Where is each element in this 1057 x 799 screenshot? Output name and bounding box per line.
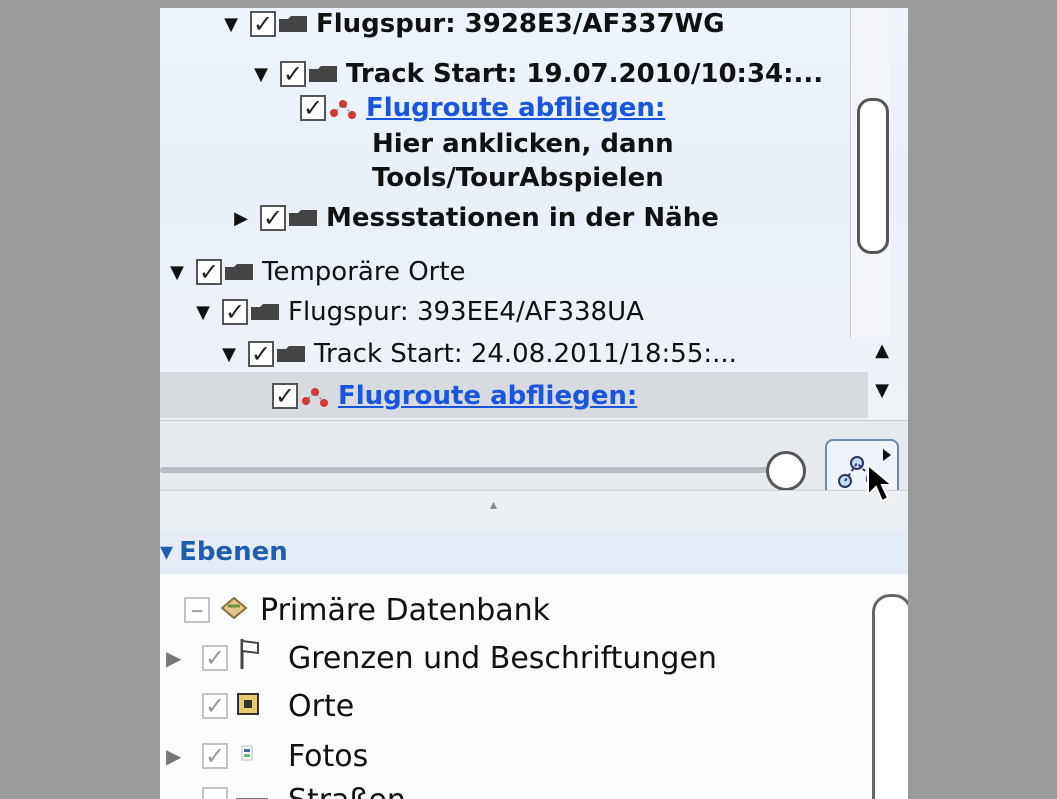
layers-scrollbar[interactable] — [872, 594, 908, 799]
panel-splitter[interactable]: ▴ — [160, 490, 908, 532]
flag-icon — [236, 637, 270, 679]
tree-item-label: Messstationen in der Nähe — [326, 203, 719, 233]
folder-icon — [308, 65, 338, 83]
tree-item-flugspur-1[interactable]: ▼ ✓ Flugspur: 3928E3/AF337WG — [220, 8, 725, 44]
layer-item-orte[interactable]: ✓ Orte — [202, 684, 354, 728]
place-icon — [236, 689, 270, 724]
checkbox[interactable]: ✓ — [196, 259, 222, 285]
scroll-down-arrow-icon[interactable]: ▼ — [868, 380, 896, 406]
layer-item-strassen[interactable]: Straßen — [202, 778, 406, 799]
layer-item-primary-db[interactable]: – Primäre Datenbank — [184, 588, 550, 632]
splitter-grip-icon: ▴ — [490, 497, 498, 513]
folder-icon — [288, 209, 318, 227]
road-icon — [236, 783, 270, 799]
collapse-triangle-icon[interactable]: ▶ — [230, 208, 252, 229]
layer-label: Grenzen und Beschriftungen — [288, 640, 717, 676]
tree-item-label: Track Start: 24.08.2011/18:55:... — [314, 339, 737, 369]
checkbox[interactable]: ✓ — [202, 692, 228, 720]
scroll-up-arrow-icon[interactable]: ▲ — [868, 340, 896, 366]
expand-triangle-icon[interactable]: ▼ — [250, 64, 272, 85]
google-earth-sidebar: ▼ ✓ Flugspur: 3928E3/AF337WG ▼ ✓ Track S… — [160, 8, 908, 799]
tour-icon — [300, 387, 330, 407]
tree-item-tour-2[interactable]: ✓ Flugroute abfliegen: — [272, 376, 637, 416]
layer-item-borders[interactable]: ▶ ✓ Grenzen und Beschriftungen — [166, 636, 717, 680]
description-text: Tools/TourAbspielen — [372, 163, 664, 193]
checkbox[interactable]: ✓ — [260, 205, 286, 231]
tree-item-temporaere-orte[interactable]: ▼ ✓ Temporäre Orte — [166, 252, 466, 292]
folder-icon — [250, 303, 280, 321]
tree-item-label: Track Start: 19.07.2010/10:34:... — [346, 59, 824, 89]
tree-item-label: Flugspur: 393EE4/AF338UA — [288, 297, 644, 327]
tree-item-tour-1[interactable]: ✓ Flugroute abfliegen: — [300, 88, 665, 128]
layer-label: Primäre Datenbank — [260, 592, 551, 628]
folder-icon — [276, 345, 306, 363]
layer-label: Orte — [288, 688, 355, 724]
checkbox[interactable]: ✓ — [300, 95, 326, 121]
tree-item-label: Flugspur: 3928E3/AF337WG — [316, 9, 725, 39]
expand-triangle-icon[interactable]: ▼ — [218, 344, 240, 365]
slider-knob[interactable] — [766, 451, 806, 491]
scrollbar-thumb[interactable] — [857, 98, 889, 254]
tour-link[interactable]: Flugroute abfliegen: — [338, 381, 637, 411]
checkbox[interactable]: ✓ — [250, 11, 276, 37]
tour-link[interactable]: Flugroute abfliegen: — [366, 93, 665, 123]
tree-item-track-start-2[interactable]: ▼ ✓ Track Start: 24.08.2011/18:55:... — [218, 334, 737, 374]
tour-description-line-2: Tools/TourAbspielen — [372, 158, 664, 198]
layers-title: Ebenen — [179, 537, 288, 567]
layer-label: Fotos — [288, 738, 369, 774]
layers-panel-header[interactable]: ▾ Ebenen — [160, 530, 908, 575]
expand-triangle-icon[interactable]: ▶ — [166, 646, 184, 670]
layer-label: Straßen — [288, 783, 406, 799]
tour-slider-bar — [160, 420, 908, 501]
expand-triangle-icon[interactable]: ▼ — [220, 14, 242, 35]
mouse-pointer-icon — [866, 462, 895, 512]
checkbox[interactable]: ✓ — [248, 341, 274, 367]
disclosure-triangle-icon[interactable]: ▾ — [160, 537, 173, 567]
checkbox[interactable] — [202, 787, 228, 799]
tree-item-flugspur-2[interactable]: ▼ ✓ Flugspur: 393EE4/AF338UA — [192, 292, 644, 332]
expand-triangle-icon[interactable]: ▼ — [192, 302, 214, 323]
description-text: Hier anklicken, dann — [372, 129, 674, 159]
tree-item-label: Temporäre Orte — [262, 257, 466, 287]
checkbox[interactable]: ✓ — [280, 61, 306, 87]
places-panel: ▼ ✓ Flugspur: 3928E3/AF337WG ▼ ✓ Track S… — [160, 8, 908, 420]
folder-icon — [224, 263, 254, 281]
tree-item-messstationen[interactable]: ▶ ✓ Messstationen in der Nähe — [230, 198, 719, 238]
layers-panel: – Primäre Datenbank ▶ ✓ Grenzen und Besc… — [160, 574, 908, 799]
expand-triangle-icon[interactable]: ▼ — [166, 262, 188, 283]
slider-track[interactable] — [160, 467, 790, 473]
photo-icon — [236, 739, 270, 774]
database-icon — [218, 593, 252, 628]
folder-icon — [278, 15, 308, 33]
expand-triangle-icon[interactable]: ▶ — [166, 744, 184, 768]
tour-icon — [328, 99, 358, 119]
checkbox[interactable]: ✓ — [202, 644, 228, 672]
checkbox[interactable]: ✓ — [222, 299, 248, 325]
collapse-box-icon[interactable]: – — [184, 595, 210, 625]
places-scrollbar[interactable] — [850, 8, 891, 338]
checkbox[interactable]: ✓ — [202, 742, 228, 770]
checkbox[interactable]: ✓ — [272, 383, 298, 409]
layer-item-fotos[interactable]: ▶ ✓ Fotos — [166, 734, 368, 778]
